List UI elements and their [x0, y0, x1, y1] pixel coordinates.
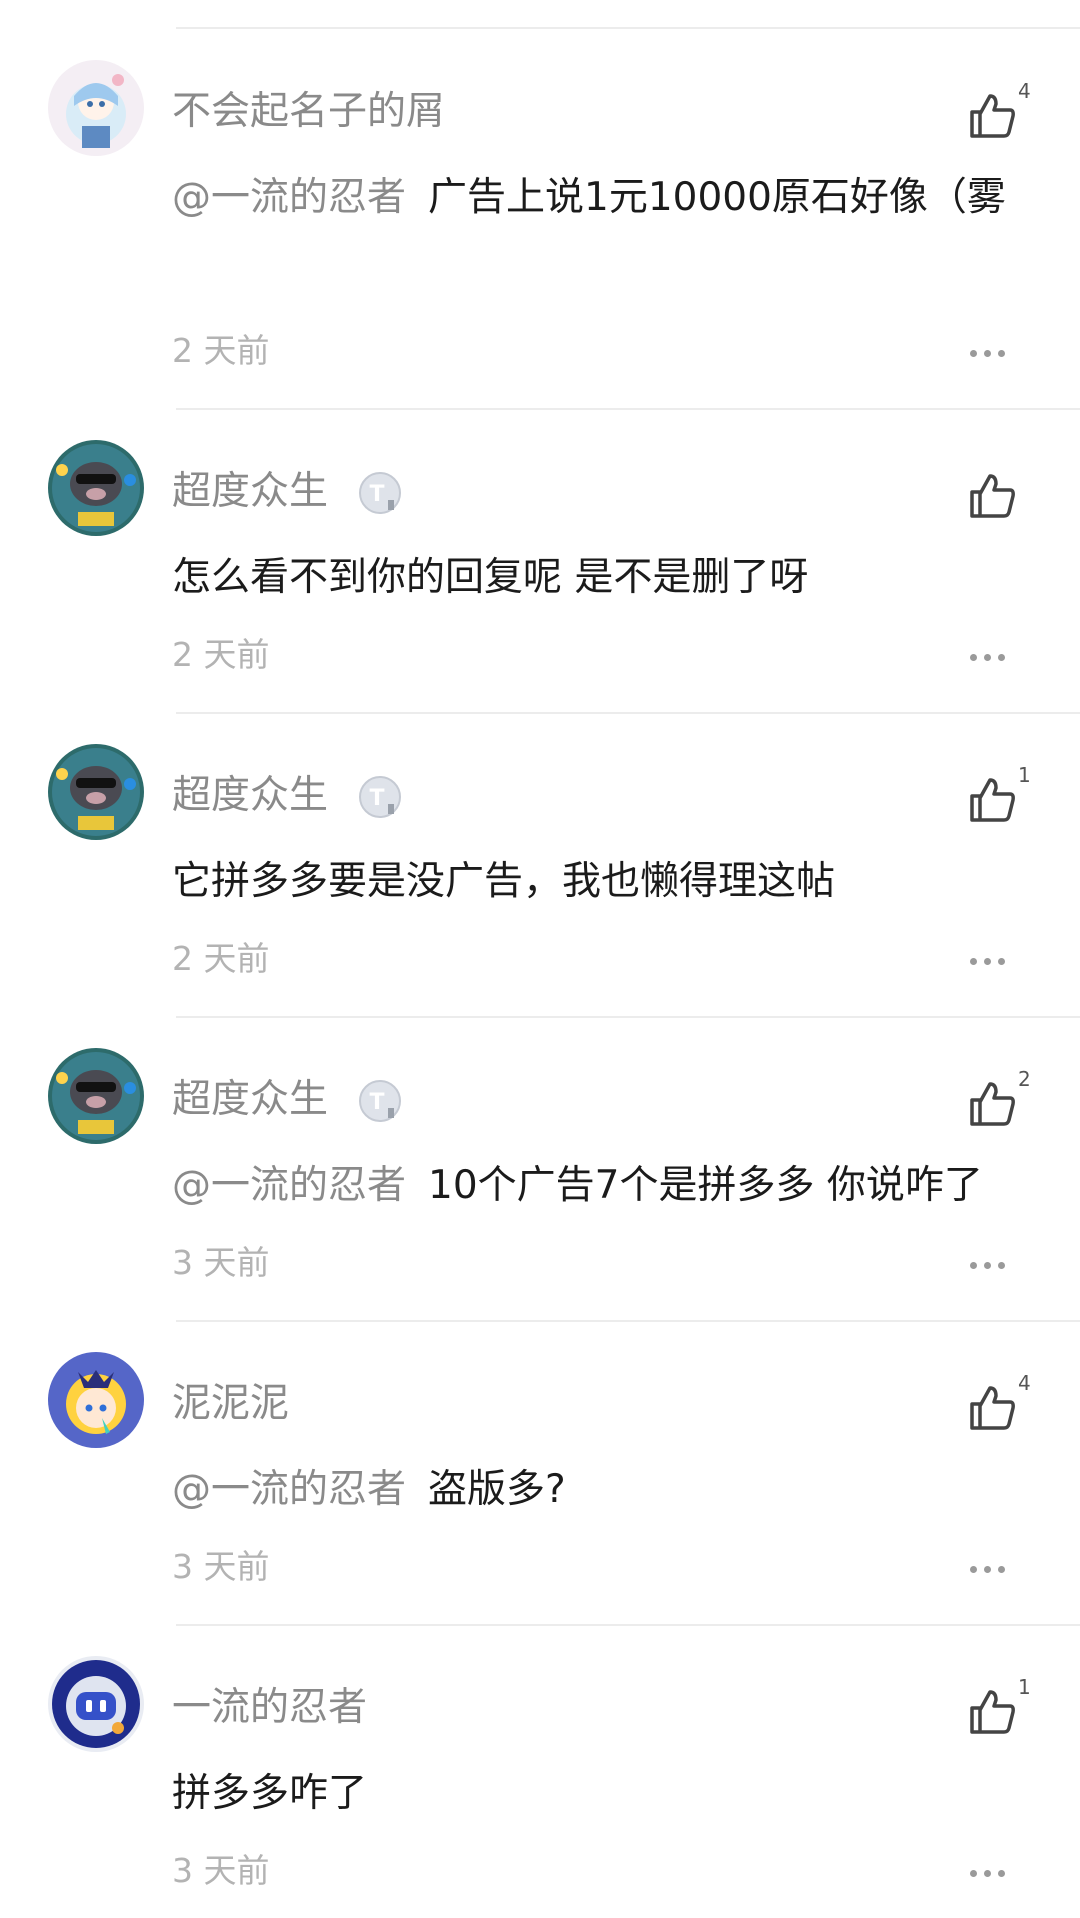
thumbs-up-icon[interactable] — [966, 1078, 1018, 1130]
username[interactable]: 超度众生 — [172, 468, 328, 516]
avatar[interactable] — [48, 1048, 144, 1144]
level-badge-icon: T — [359, 472, 401, 514]
comment-text: @一流的忍者 广告上说1元10000原石好像（雾 — [172, 175, 1006, 220]
comment-time: 2 天前 — [172, 635, 270, 674]
thumbs-up-icon[interactable] — [966, 1686, 1018, 1738]
mention-link[interactable]: @一流的忍者 — [172, 1467, 406, 1512]
username[interactable]: 超度众生 — [172, 772, 328, 820]
divider — [176, 712, 1080, 714]
comment-text: @一流的忍者 盗版多? — [172, 1467, 566, 1512]
top-divider — [176, 27, 1080, 29]
comment-time: 2 天前 — [172, 939, 270, 978]
like-count: 1 — [1018, 763, 1031, 787]
comment-time: 3 天前 — [172, 1243, 270, 1282]
more-dots-icon[interactable] — [970, 1558, 1012, 1574]
more-dots-icon[interactable] — [970, 646, 1012, 662]
comment-time: 2 天前 — [172, 331, 270, 370]
thumbs-up-icon[interactable] — [966, 90, 1018, 142]
more-dots-icon[interactable] — [970, 342, 1012, 358]
like-count: 2 — [1018, 1067, 1031, 1091]
comment-text: 它拼多多要是没广告，我也懒得理这帖 — [172, 859, 836, 904]
divider — [176, 1016, 1080, 1018]
thumbs-up-icon[interactable] — [966, 774, 1018, 826]
more-dots-icon[interactable] — [970, 1862, 1012, 1878]
more-dots-icon[interactable] — [970, 1254, 1012, 1270]
comment-time: 3 天前 — [172, 1547, 270, 1586]
thumbs-up-icon[interactable] — [966, 1382, 1018, 1434]
username[interactable]: 泥泥泥 — [172, 1380, 289, 1428]
avatar[interactable] — [48, 744, 144, 840]
comment-text: @一流的忍者 10个广告7个是拼多多 你说咋了 — [172, 1163, 983, 1208]
avatar[interactable] — [48, 60, 144, 156]
mention-link[interactable]: @一流的忍者 — [172, 1163, 406, 1208]
thumbs-up-icon[interactable] — [966, 470, 1018, 522]
divider — [176, 1624, 1080, 1626]
like-count: 4 — [1018, 1371, 1031, 1395]
avatar[interactable] — [48, 1656, 144, 1752]
like-count: 4 — [1018, 79, 1031, 103]
level-badge-icon: T — [359, 776, 401, 818]
mention-link[interactable]: @一流的忍者 — [172, 175, 406, 220]
username[interactable]: 超度众生 — [172, 1076, 328, 1124]
avatar[interactable] — [48, 1352, 144, 1448]
like-count: 1 — [1018, 1675, 1031, 1699]
more-dots-icon[interactable] — [970, 950, 1012, 966]
comment-text: 拼多多咋了 — [172, 1771, 368, 1816]
comment-time: 3 天前 — [172, 1851, 270, 1890]
divider — [176, 1320, 1080, 1322]
svg-text:T: T — [369, 1090, 384, 1115]
svg-text:T: T — [369, 786, 384, 811]
comment-text: 怎么看不到你的回复呢 是不是删了呀 — [172, 555, 809, 600]
divider — [176, 408, 1080, 410]
avatar[interactable] — [48, 440, 144, 536]
username[interactable]: 不会起名子的屑 — [172, 88, 445, 136]
level-badge-icon: T — [359, 1080, 401, 1122]
username[interactable]: 一流的忍者 — [172, 1684, 367, 1732]
svg-text:T: T — [369, 482, 384, 507]
